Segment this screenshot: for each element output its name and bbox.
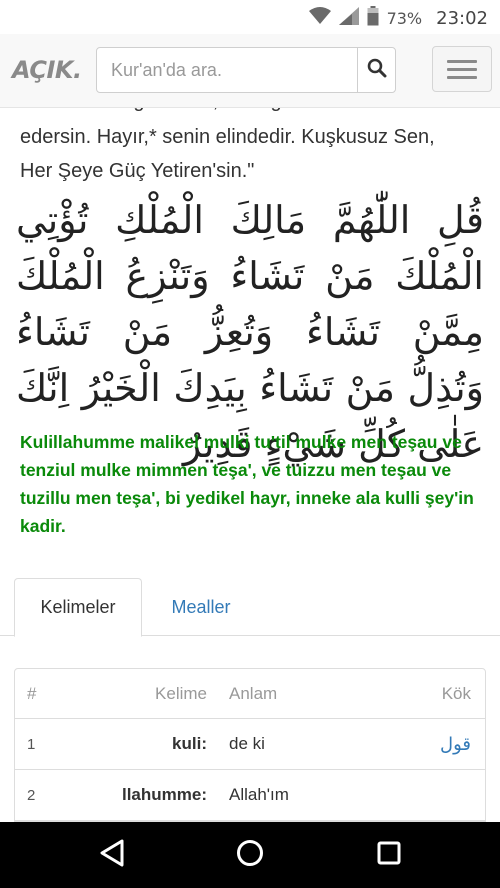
- recents-button[interactable]: [373, 839, 405, 871]
- row-meaning: de ki: [229, 734, 265, 753]
- translation-line: edersin. Hayır,* senin elindedir. Kuşkus…: [20, 126, 435, 148]
- header-number: #: [27, 683, 37, 703]
- search-icon: [367, 58, 387, 83]
- search-input[interactable]: [97, 48, 357, 92]
- header-root: Kök: [441, 683, 471, 703]
- verse-content: alirsin. Dilediğini "aziz, dilediğini "z…: [0, 86, 500, 822]
- wifi-icon: [308, 7, 331, 30]
- hamburger-menu-button[interactable]: [432, 46, 492, 92]
- clock: 23:02: [436, 8, 488, 29]
- table-header-row: # Kelime Anlam Kök: [15, 669, 485, 719]
- recents-icon: [377, 841, 401, 870]
- app-header: AÇIK.: [0, 34, 500, 108]
- back-button[interactable]: [96, 839, 128, 871]
- translation-line: Her Şeye Güç Yetiren'sin.": [20, 160, 255, 182]
- battery-percent: 73%: [386, 9, 423, 28]
- system-navigation-bar: [0, 822, 500, 888]
- status-bar: 73% 23:02: [0, 0, 500, 34]
- row-word: llahumme:: [121, 785, 207, 804]
- transliteration-text: Kulillahumme malikel mulki tu'til mulke …: [20, 432, 474, 536]
- row-number: 2: [27, 786, 36, 804]
- row-word: kuli:: [172, 734, 207, 753]
- row-meaning: Allah'ım: [229, 785, 289, 804]
- row-root-link[interactable]: [391, 770, 471, 820]
- table-row: 1 kuli: de ki قول: [15, 719, 485, 770]
- search-button[interactable]: [357, 48, 395, 92]
- tab-kelimeler[interactable]: Kelimeler: [14, 578, 142, 637]
- header-word: Kelime: [155, 683, 207, 703]
- row-number: 1: [27, 735, 36, 753]
- battery-icon: [367, 6, 379, 31]
- back-icon: [99, 839, 125, 872]
- tab-bar: Kelimeler Mealler: [0, 578, 500, 637]
- table-row: 2 llahumme: Allah'ım: [15, 770, 485, 821]
- signal-icon: [338, 7, 359, 30]
- home-icon: [236, 839, 264, 872]
- tab-mealler[interactable]: Mealler: [142, 578, 260, 636]
- site-logo[interactable]: AÇIK.: [12, 56, 82, 84]
- words-table: # Kelime Anlam Kök 1 kuli: de ki قول 2 l…: [14, 668, 486, 822]
- hamburger-menu-icon: [447, 59, 477, 63]
- home-button[interactable]: [234, 839, 266, 871]
- row-root-link[interactable]: قول: [391, 719, 471, 769]
- header-meaning: Anlam: [229, 683, 278, 703]
- search-bar: [96, 47, 396, 93]
